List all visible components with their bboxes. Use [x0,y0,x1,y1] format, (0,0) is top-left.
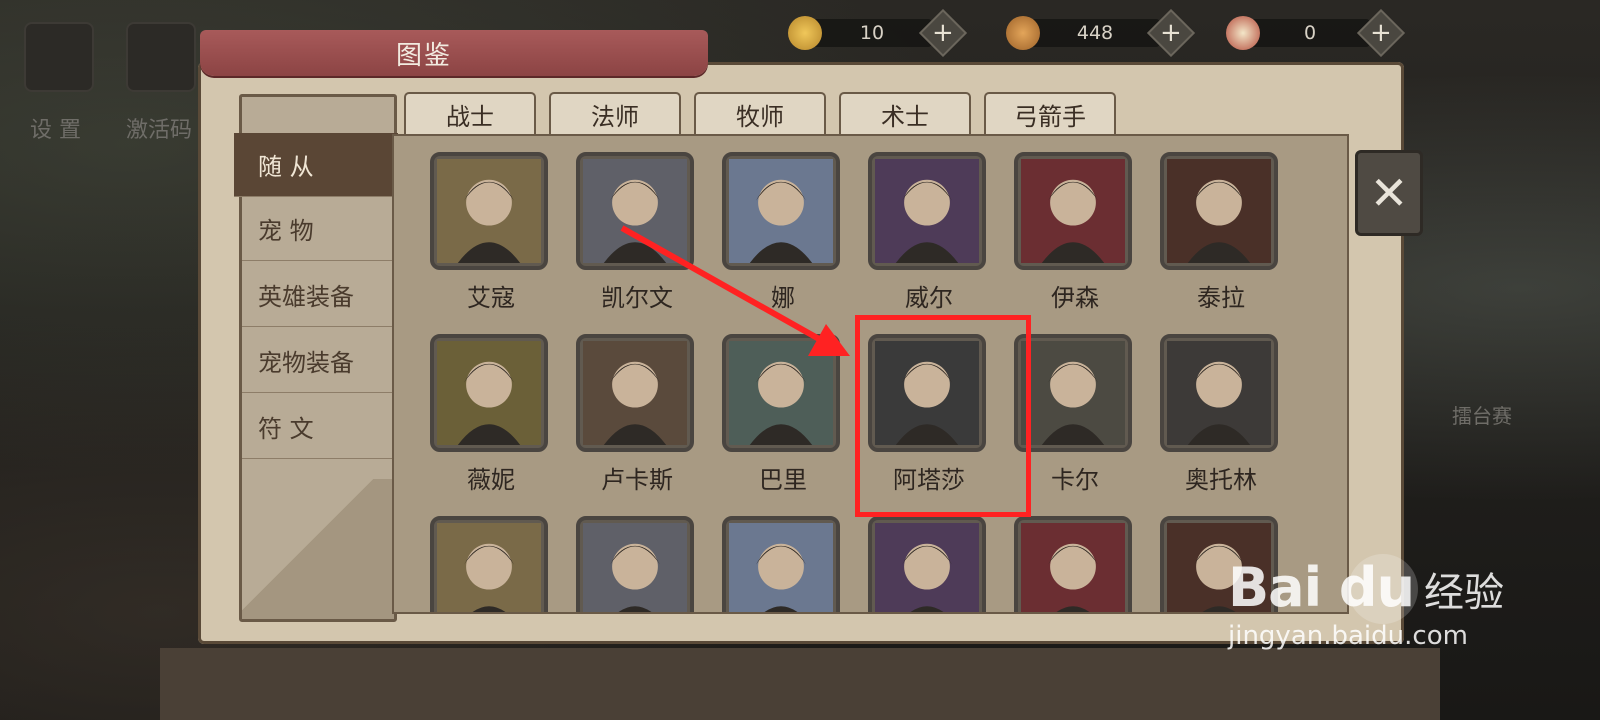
title-ribbon: 图鉴 [200,30,708,76]
footer-bar [160,648,1440,720]
hero-card[interactable]: 卡尔 [1014,334,1136,495]
hero-portrait [868,152,986,270]
window-title: 图鉴 [395,40,452,71]
add-coins-button[interactable]: + [1146,8,1196,58]
hero-name: 薇妮 [467,466,515,494]
hero-card[interactable]: 泰拉 [1160,152,1282,313]
sidebar-item-pet-equipment[interactable]: 宠物装备 [242,329,394,393]
hero-card[interactable] [868,516,990,612]
currency-coins: 448 + [1006,8,1196,58]
sidebar-decoration [242,479,394,619]
currency-scroll: 0 + [1226,8,1406,58]
hero-portrait [1014,334,1132,452]
tab-mage[interactable]: 法师 [549,92,681,134]
hero-card[interactable]: 娜 [722,152,844,313]
activation-code-label: 激活码 [126,118,193,143]
category-sidebar: 随 从 宠 物 英雄装备 宠物装备 符 文 [234,94,398,622]
tab-warrior[interactable]: 战士 [404,92,536,134]
tab-priest[interactable]: 牧师 [694,92,826,134]
hero-name: 威尔 [905,284,953,312]
hero-card[interactable]: 凯尔文 [576,152,698,313]
hero-card[interactable] [430,516,552,612]
hero-card[interactable] [576,516,698,612]
tab-archer[interactable]: 弓箭手 [984,92,1116,134]
scroll-value: 0 [1250,19,1370,47]
settings-label: 设 置 [30,118,81,143]
hero-portrait [430,152,548,270]
activation-code-icon[interactable] [126,22,196,92]
hero-card[interactable]: 奥托林 [1160,334,1282,495]
coins-value: 448 [1030,19,1160,47]
hero-portrait [430,516,548,612]
hero-name: 卡尔 [1051,466,1099,494]
settings-icon[interactable] [24,22,94,92]
hero-name: 巴里 [759,466,807,494]
coin-stack-icon [1006,16,1040,50]
baidu-watermark: Bai du 经验 jingyan.baidu.com [1228,554,1505,651]
hero-portrait [722,516,840,612]
add-scroll-button[interactable]: + [1356,8,1406,58]
hero-portrait [722,334,840,452]
arena-label: 擂台赛 [1452,404,1512,428]
tab-warlock[interactable]: 术士 [839,92,971,134]
hero-name: 艾寇 [467,284,515,312]
hero-card[interactable]: 巴里 [722,334,844,495]
sidebar-item-runes[interactable]: 符 文 [242,395,394,459]
hero-card[interactable]: 艾寇 [430,152,552,313]
hero-card[interactable]: 薇妮 [430,334,552,495]
hero-card[interactable]: 伊森 [1014,152,1136,313]
hero-name: 泰拉 [1197,284,1245,312]
hero-portrait [868,516,986,612]
hero-portrait [430,334,548,452]
hero-name: 奥托林 [1185,466,1257,494]
close-button[interactable]: ✕ [1355,150,1423,236]
hero-card[interactable]: 威尔 [868,152,990,313]
hero-name: 娜 [771,284,795,312]
hero-portrait [1014,152,1132,270]
gold-coin-icon [788,16,822,50]
sidebar-item-hero-equipment[interactable]: 英雄装备 [242,263,394,327]
gold-value: 10 [812,19,932,47]
hero-card[interactable] [1014,516,1136,612]
highlight-box [855,315,1031,517]
hero-portrait [576,334,694,452]
hero-name: 凯尔文 [601,284,673,312]
scroll-icon [1226,16,1260,50]
hero-portrait [1014,516,1132,612]
hero-card[interactable]: 卢卡斯 [576,334,698,495]
hero-portrait [1160,152,1278,270]
sidebar-item-pets[interactable]: 宠 物 [242,197,394,261]
hero-card[interactable] [722,516,844,612]
hero-portrait [576,516,694,612]
hero-portrait [576,152,694,270]
hero-portrait [1160,334,1278,452]
hero-portrait [722,152,840,270]
hero-name: 伊森 [1051,284,1099,312]
hero-name: 卢卡斯 [601,466,673,494]
add-gold-button[interactable]: + [918,8,968,58]
currency-gold: 10 + [788,8,968,58]
paw-icon [1348,554,1418,624]
sidebar-item-followers[interactable]: 随 从 [234,133,398,197]
